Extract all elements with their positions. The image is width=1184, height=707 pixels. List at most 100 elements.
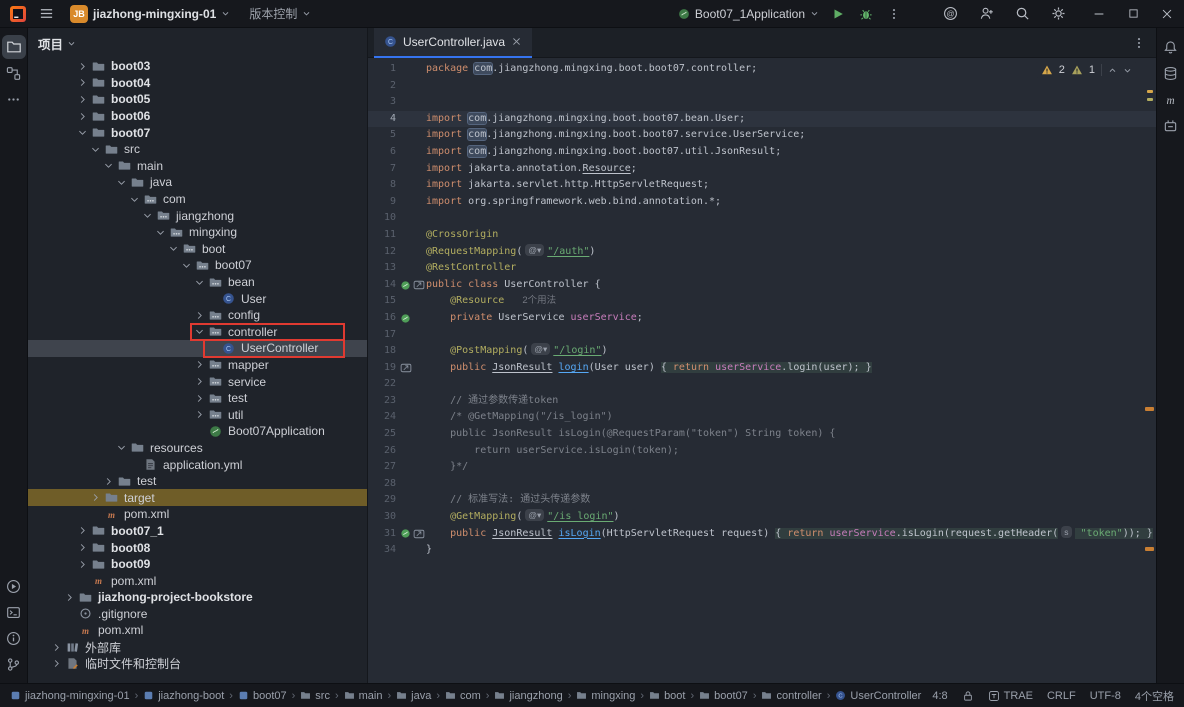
breadcrumb-item-boot07[interactable]: boot07 bbox=[236, 690, 289, 702]
readonly-lock-icon[interactable] bbox=[962, 690, 974, 702]
editor-scrollbar[interactable] bbox=[1144, 58, 1156, 683]
tab-close-icon[interactable] bbox=[511, 36, 522, 47]
tree-item-util[interactable]: util bbox=[28, 406, 367, 423]
debug-button[interactable] bbox=[857, 5, 875, 23]
more-tool-windows-icon[interactable] bbox=[2, 87, 26, 111]
chevron-down-icon[interactable] bbox=[140, 210, 155, 221]
code-line-31[interactable]: 31 public JsonResult isLogin(HttpServlet… bbox=[368, 526, 1156, 543]
breadcrumb-item-src[interactable]: src bbox=[298, 690, 332, 702]
code-line-6[interactable]: 6import com.jiangzhong.mingxing.boot.boo… bbox=[368, 144, 1156, 161]
endpoint-gutter-icon[interactable] bbox=[413, 528, 425, 540]
notifications-icon[interactable] bbox=[1159, 35, 1183, 59]
ai-assistant-icon[interactable]: @ bbox=[941, 4, 960, 23]
tree-item-jiazhong-project-bookstore[interactable]: jiazhong-project-bookstore bbox=[28, 589, 367, 606]
tree-item-mapper[interactable]: mapper bbox=[28, 357, 367, 374]
chevron-down-icon[interactable] bbox=[166, 243, 181, 254]
chevron-right-icon[interactable] bbox=[88, 492, 103, 503]
code-line-14[interactable]: 14public class UserController { bbox=[368, 277, 1156, 294]
tab-usercontroller[interactable]: C UserController.java bbox=[374, 28, 532, 58]
tree-item-service[interactable]: service bbox=[28, 373, 367, 390]
chevron-right-icon[interactable] bbox=[49, 658, 64, 669]
chevron-right-icon[interactable] bbox=[75, 542, 90, 553]
endpoint-gutter-icon[interactable] bbox=[413, 279, 425, 291]
previous-problem-icon[interactable] bbox=[1108, 66, 1117, 75]
code-line-16[interactable]: 16 private UserService userService; bbox=[368, 310, 1156, 327]
problems-icon[interactable] bbox=[2, 626, 26, 650]
chevron-down-icon[interactable] bbox=[153, 227, 168, 238]
breadcrumb-item-mingxing[interactable]: mingxing bbox=[574, 690, 637, 702]
tree-item-User[interactable]: CUser bbox=[28, 290, 367, 307]
window-close-button[interactable] bbox=[1150, 0, 1184, 27]
tree-item-boot07_1[interactable]: boot07_1 bbox=[28, 523, 367, 540]
run-configuration-selector[interactable]: Boot07_1Application bbox=[678, 7, 819, 21]
endpoint-gutter-icon[interactable] bbox=[400, 362, 412, 374]
breadcrumb-item-com[interactable]: com bbox=[443, 690, 483, 702]
code-line-27[interactable]: 27 }*/ bbox=[368, 459, 1156, 476]
breadcrumb-item-java[interactable]: java bbox=[394, 690, 433, 702]
chevron-right-icon[interactable] bbox=[49, 642, 64, 653]
chevron-down-icon[interactable] bbox=[88, 144, 103, 155]
dependencies-icon[interactable] bbox=[1159, 113, 1183, 137]
tree-item-target[interactable]: target bbox=[28, 489, 367, 506]
search-everywhere-icon[interactable] bbox=[1013, 4, 1032, 23]
tree-item-com[interactable]: com bbox=[28, 191, 367, 208]
tree-item-jiangzhong[interactable]: jiangzhong bbox=[28, 207, 367, 224]
breadcrumb-item-boot07[interactable]: boot07 bbox=[697, 690, 750, 702]
vcs-widget[interactable]: 版本控制 bbox=[244, 3, 316, 24]
tree-item-test[interactable]: test bbox=[28, 473, 367, 490]
window-minimize-button[interactable] bbox=[1082, 0, 1116, 27]
settings-gear-icon[interactable] bbox=[1049, 4, 1068, 23]
chevron-right-icon[interactable] bbox=[192, 409, 207, 420]
version-control-icon[interactable] bbox=[2, 652, 26, 676]
code-line-12[interactable]: 12@RequestMapping(@▾"/auth") bbox=[368, 244, 1156, 261]
code-line-13[interactable]: 13@RestController bbox=[368, 260, 1156, 277]
code-line-8[interactable]: 8import jakarta.servlet.http.HttpServlet… bbox=[368, 177, 1156, 194]
tree-item-boot03[interactable]: boot03 bbox=[28, 58, 367, 75]
code-line-3[interactable]: 3 bbox=[368, 94, 1156, 111]
inspection-widget[interactable]: 2 1 bbox=[1035, 62, 1138, 78]
code-line-24[interactable]: 24 /* @GetMapping("/is_login") bbox=[368, 409, 1156, 426]
code-line-4[interactable]: 4import com.jiangzhong.mingxing.boot.boo… bbox=[368, 111, 1156, 128]
project-folder-icon[interactable] bbox=[2, 35, 26, 59]
tree-item-test[interactable]: test bbox=[28, 390, 367, 407]
code-with-me-icon[interactable] bbox=[977, 4, 996, 23]
tree-item-application.yml[interactable]: application.yml bbox=[28, 456, 367, 473]
tree-item-boot04[interactable]: boot04 bbox=[28, 75, 367, 92]
tree-item-pom.xml[interactable]: mpom.xml bbox=[28, 506, 367, 523]
chevron-right-icon[interactable] bbox=[101, 476, 116, 487]
tree-item-boot06[interactable]: boot06 bbox=[28, 108, 367, 125]
breadcrumb-item-controller[interactable]: controller bbox=[759, 690, 823, 702]
tree-item-Boot07Application[interactable]: Boot07Application bbox=[28, 423, 367, 440]
project-widget[interactable]: JB jiazhong-mingxing-01 bbox=[65, 3, 235, 25]
chevron-right-icon[interactable] bbox=[75, 111, 90, 122]
code-line-30[interactable]: 30 @GetMapping(@▾"/is_login") bbox=[368, 509, 1156, 526]
chevron-down-icon[interactable] bbox=[127, 194, 142, 205]
code-editor[interactable]: 1package com.jiangzhong.mingxing.boot.bo… bbox=[368, 58, 1156, 683]
code-line-7[interactable]: 7import jakarta.annotation.Resource; bbox=[368, 161, 1156, 178]
chevron-down-icon[interactable] bbox=[101, 160, 116, 171]
maven-icon[interactable]: m bbox=[1159, 87, 1183, 111]
line-separator[interactable]: CRLF bbox=[1047, 690, 1076, 702]
chevron-down-icon[interactable] bbox=[192, 277, 207, 288]
breadcrumb-item-boot[interactable]: boot bbox=[647, 690, 687, 702]
breadcrumb-item-main[interactable]: main bbox=[342, 690, 385, 702]
tree-item-java[interactable]: java bbox=[28, 174, 367, 191]
code-line-19[interactable]: 19 public JsonResult login(User user) { … bbox=[368, 360, 1156, 377]
chevron-down-icon[interactable] bbox=[114, 442, 129, 453]
tree-item-mingxing[interactable]: mingxing bbox=[28, 224, 367, 241]
tree-item-main[interactable]: main bbox=[28, 158, 367, 175]
code-line-10[interactable]: 10 bbox=[368, 210, 1156, 227]
tree-item-boot05[interactable]: boot05 bbox=[28, 91, 367, 108]
main-menu-icon[interactable] bbox=[37, 4, 56, 23]
tree-item-.gitignore[interactable]: .gitignore bbox=[28, 606, 367, 623]
breadcrumb-item-jiangzhong[interactable]: jiangzhong bbox=[492, 690, 564, 702]
tree-item-config[interactable]: config bbox=[28, 307, 367, 324]
chevron-right-icon[interactable] bbox=[75, 77, 90, 88]
chevron-down-icon[interactable] bbox=[114, 177, 129, 188]
tree-item-boot07[interactable]: boot07 bbox=[28, 124, 367, 141]
code-line-2[interactable]: 2 bbox=[368, 78, 1156, 95]
window-maximize-button[interactable] bbox=[1116, 0, 1150, 27]
tree-item-外部库[interactable]: 外部库 bbox=[28, 639, 367, 656]
next-problem-icon[interactable] bbox=[1123, 66, 1132, 75]
tree-item-bean[interactable]: bean bbox=[28, 274, 367, 291]
